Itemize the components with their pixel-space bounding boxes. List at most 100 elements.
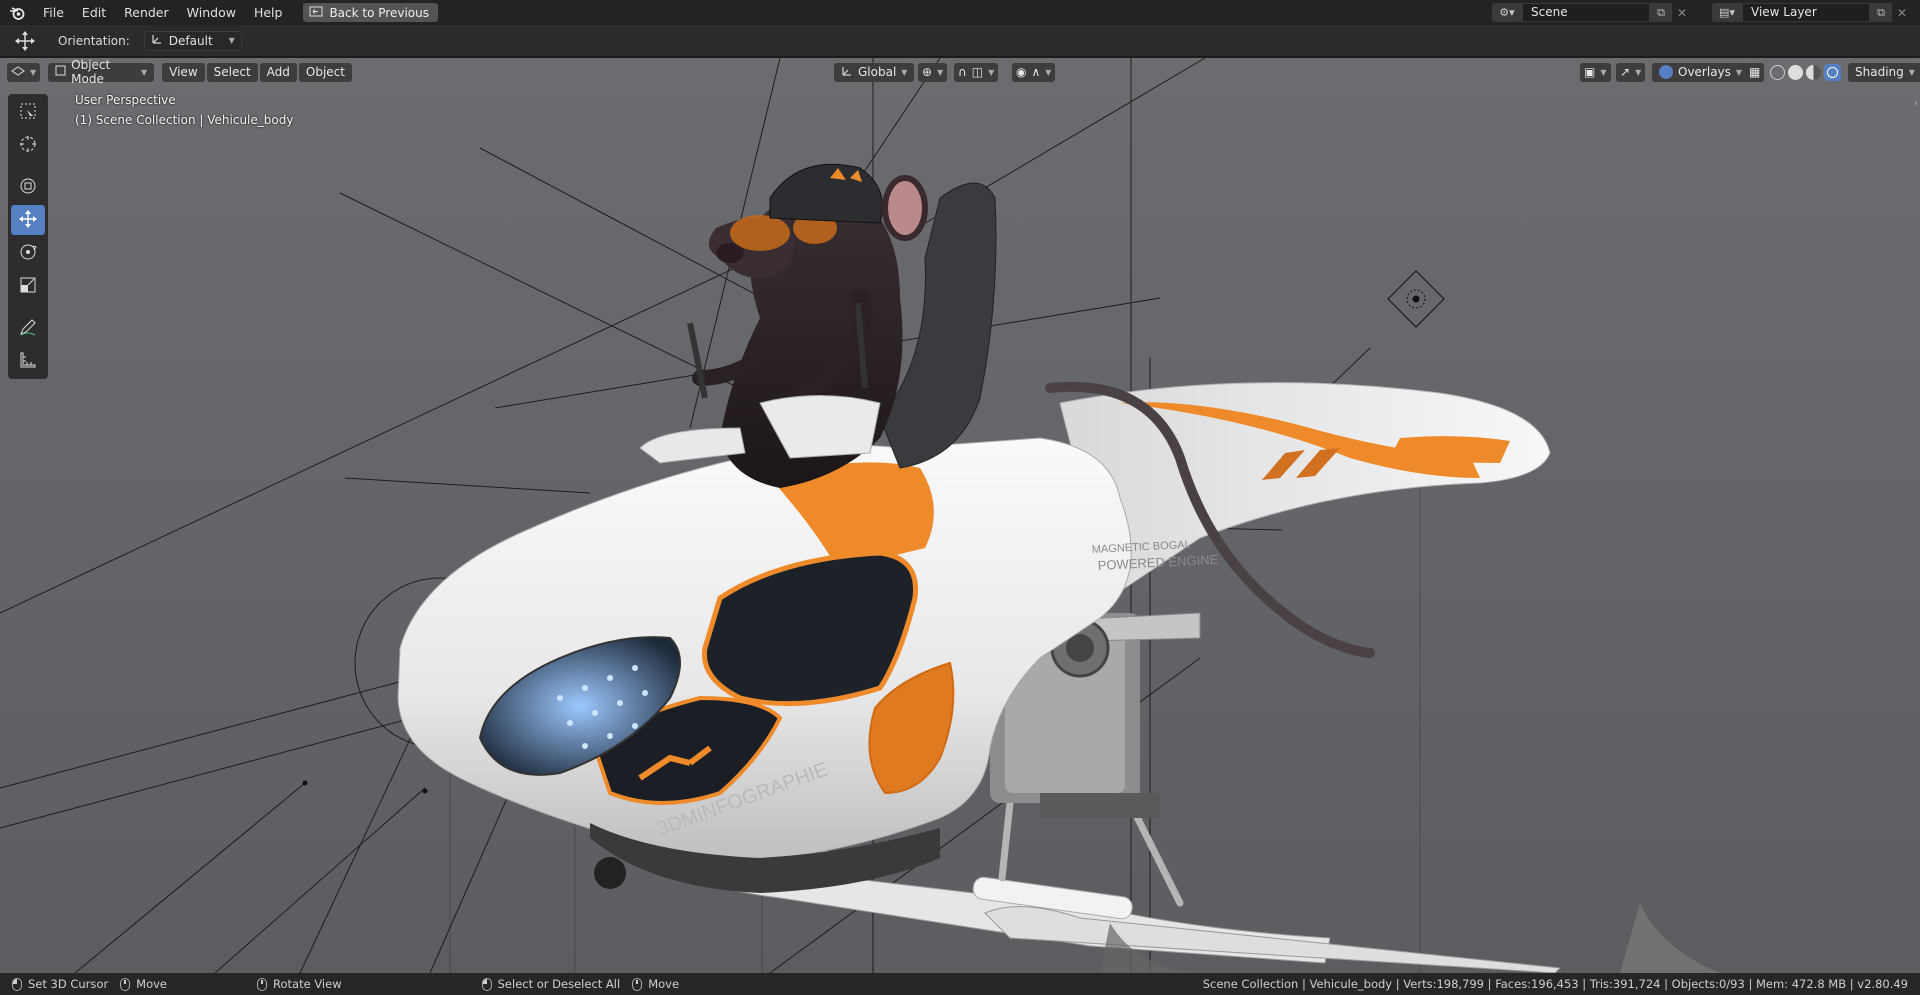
rotate-tool[interactable] bbox=[11, 238, 45, 268]
menu-file[interactable]: File bbox=[34, 0, 73, 25]
measure-tool[interactable] bbox=[11, 346, 45, 376]
chevron-down-icon: ▼ bbox=[30, 67, 37, 77]
orientation-value: Default bbox=[168, 33, 213, 48]
scene-selector[interactable]: ⚙▾ Scene ⧉ ✕ bbox=[1492, 3, 1692, 22]
menu-select[interactable]: Select bbox=[206, 62, 258, 82]
chevron-down-icon: ▼ bbox=[1045, 67, 1052, 77]
solid-shading-icon[interactable] bbox=[1788, 64, 1803, 80]
select-box-tool[interactable] bbox=[11, 97, 45, 127]
chevron-down-icon: ▼ bbox=[1908, 67, 1915, 77]
3d-viewport[interactable]: 3DMINFOGRAPHIE MAGNETIC BOGAL POWERED EN… bbox=[0, 58, 1920, 973]
status-bar: Set 3D Cursor Move Rotate View Select or… bbox=[0, 973, 1920, 995]
move-arrows-icon bbox=[18, 209, 38, 232]
xray-icon: ▦ bbox=[1749, 65, 1761, 79]
orientation-label: Orientation: bbox=[58, 33, 130, 48]
status-hint-move-2: Move bbox=[632, 977, 679, 991]
annotate-tool[interactable] bbox=[11, 313, 45, 343]
viewport-header: ▼ Object Mode ▼ View Select Add Object G… bbox=[0, 58, 1920, 86]
proportional-editing-icon: ◉ bbox=[1016, 65, 1027, 79]
mouse-middle-icon bbox=[632, 977, 643, 991]
menu-add[interactable]: Add bbox=[259, 62, 297, 82]
rendered-shading-icon[interactable] bbox=[1824, 63, 1841, 81]
3d-cursor-icon bbox=[18, 134, 38, 157]
shading-dropdown[interactable]: Shading ▼ bbox=[1848, 62, 1920, 82]
pencil-icon bbox=[18, 317, 38, 340]
scene-render: 3DMINFOGRAPHIE MAGNETIC BOGAL POWERED EN… bbox=[0, 58, 1720, 973]
editor-type-button[interactable]: ▼ bbox=[7, 62, 41, 82]
viewport-perspective-label: User Perspective bbox=[75, 93, 176, 107]
transform-orientation-dropdown[interactable]: Global ▼ bbox=[834, 62, 914, 82]
chevron-down-icon: ▼ bbox=[901, 67, 908, 77]
mode-value: Object Mode bbox=[71, 58, 111, 86]
delete-view-layer-icon[interactable]: ✕ bbox=[1892, 3, 1912, 22]
ruler-icon bbox=[18, 350, 38, 373]
scale-tool[interactable] bbox=[11, 271, 45, 301]
view-layer-selector[interactable]: ▤▾ View Layer ⧉ ✕ bbox=[1712, 3, 1912, 22]
falloff-curve-icon: ∧ bbox=[1031, 65, 1041, 79]
snap-target-icon: ◫ bbox=[971, 65, 984, 79]
new-scene-icon[interactable]: ⧉ bbox=[1650, 3, 1672, 22]
menu-window[interactable]: Window bbox=[178, 0, 245, 25]
orientation-axis-icon bbox=[151, 33, 163, 48]
snap-button[interactable]: ∩ ◫ ▼ bbox=[954, 62, 999, 82]
tool-header: Orientation: Default ▼ bbox=[0, 25, 1920, 57]
menu-edit[interactable]: Edit bbox=[73, 0, 115, 25]
transform-icon bbox=[18, 176, 38, 199]
xray-toggle-button[interactable]: ▦ bbox=[1745, 62, 1765, 82]
move-tool[interactable] bbox=[11, 205, 45, 235]
menu-view[interactable]: View bbox=[162, 62, 205, 82]
chevron-down-icon: ▼ bbox=[141, 67, 148, 77]
menu-render[interactable]: Render bbox=[115, 0, 178, 25]
mode-dropdown[interactable]: Object Mode ▼ bbox=[48, 58, 155, 86]
blender-logo-icon[interactable] bbox=[0, 0, 34, 25]
status-hint-set-cursor: Set 3D Cursor bbox=[12, 977, 108, 991]
cursor-tool[interactable] bbox=[11, 130, 45, 160]
object-types-icon: ▣ bbox=[1584, 65, 1596, 79]
snap-magnet-icon: ∩ bbox=[958, 65, 967, 79]
status-hint-label: Select or Deselect All bbox=[497, 977, 621, 991]
top-bar: File Edit Render Window Help Back to Pre… bbox=[0, 0, 1920, 25]
scene-icon[interactable]: ⚙▾ bbox=[1492, 3, 1522, 22]
menu-help[interactable]: Help bbox=[245, 0, 292, 25]
chevron-down-icon: ▼ bbox=[937, 67, 944, 77]
select-box-icon bbox=[18, 101, 38, 124]
view-layer-name-field[interactable]: View Layer bbox=[1742, 3, 1870, 22]
move-tool-icon bbox=[0, 25, 50, 57]
back-to-previous-button[interactable]: Back to Previous bbox=[303, 3, 438, 22]
transform-orientation-value: Global bbox=[858, 65, 897, 79]
sidebar-toggle-icon[interactable]: ‹ bbox=[1914, 98, 1918, 109]
delete-scene-icon[interactable]: ✕ bbox=[1672, 3, 1692, 22]
status-hint-rotate-view: Rotate View bbox=[257, 977, 342, 991]
overlays-dropdown[interactable]: Overlays ▼ bbox=[1652, 62, 1750, 82]
view-layer-icon[interactable]: ▤▾ bbox=[1712, 3, 1742, 22]
status-hint-select-all: Select or Deselect All bbox=[481, 977, 621, 991]
overlays-icon bbox=[1659, 65, 1673, 79]
mouse-middle-icon bbox=[120, 977, 131, 991]
chevron-down-icon: ▼ bbox=[228, 36, 235, 45]
status-hint-move: Move bbox=[120, 977, 167, 991]
global-axis-icon bbox=[841, 65, 853, 80]
proportional-editing-button[interactable]: ◉ ∧ ▼ bbox=[1012, 62, 1056, 82]
view-object-types-button[interactable]: ▣ ▼ bbox=[1580, 62, 1611, 82]
orientation-dropdown[interactable]: Default ▼ bbox=[143, 30, 242, 51]
3d-viewport-icon bbox=[11, 65, 25, 80]
gizmo-toggle-button[interactable]: ↗ ▼ bbox=[1616, 62, 1646, 82]
light-object-marker bbox=[1387, 270, 1445, 328]
material-shading-icon[interactable] bbox=[1806, 64, 1821, 80]
object-mode-icon bbox=[55, 65, 66, 79]
status-hint-label: Move bbox=[648, 977, 680, 991]
scene-name-field[interactable]: Scene bbox=[1522, 3, 1650, 22]
status-hint-label: Rotate View bbox=[273, 977, 342, 991]
mouse-left-icon bbox=[12, 977, 22, 991]
shading-mode-group bbox=[1770, 63, 1841, 81]
menu-object[interactable]: Object bbox=[298, 62, 352, 82]
chevron-down-icon: ▼ bbox=[1600, 67, 1607, 77]
wireframe-shading-icon[interactable] bbox=[1770, 64, 1785, 80]
transform-tool[interactable] bbox=[11, 172, 45, 202]
pivot-point-button[interactable]: ⊕ ▼ bbox=[918, 62, 948, 82]
mouse-left-icon bbox=[481, 977, 492, 991]
chevron-down-icon: ▼ bbox=[988, 67, 995, 77]
viewport-collection-label: (1) Scene Collection | Vehicule_body bbox=[75, 113, 294, 127]
new-view-layer-icon[interactable]: ⧉ bbox=[1870, 3, 1892, 22]
status-hint-label: Set 3D Cursor bbox=[28, 977, 109, 991]
